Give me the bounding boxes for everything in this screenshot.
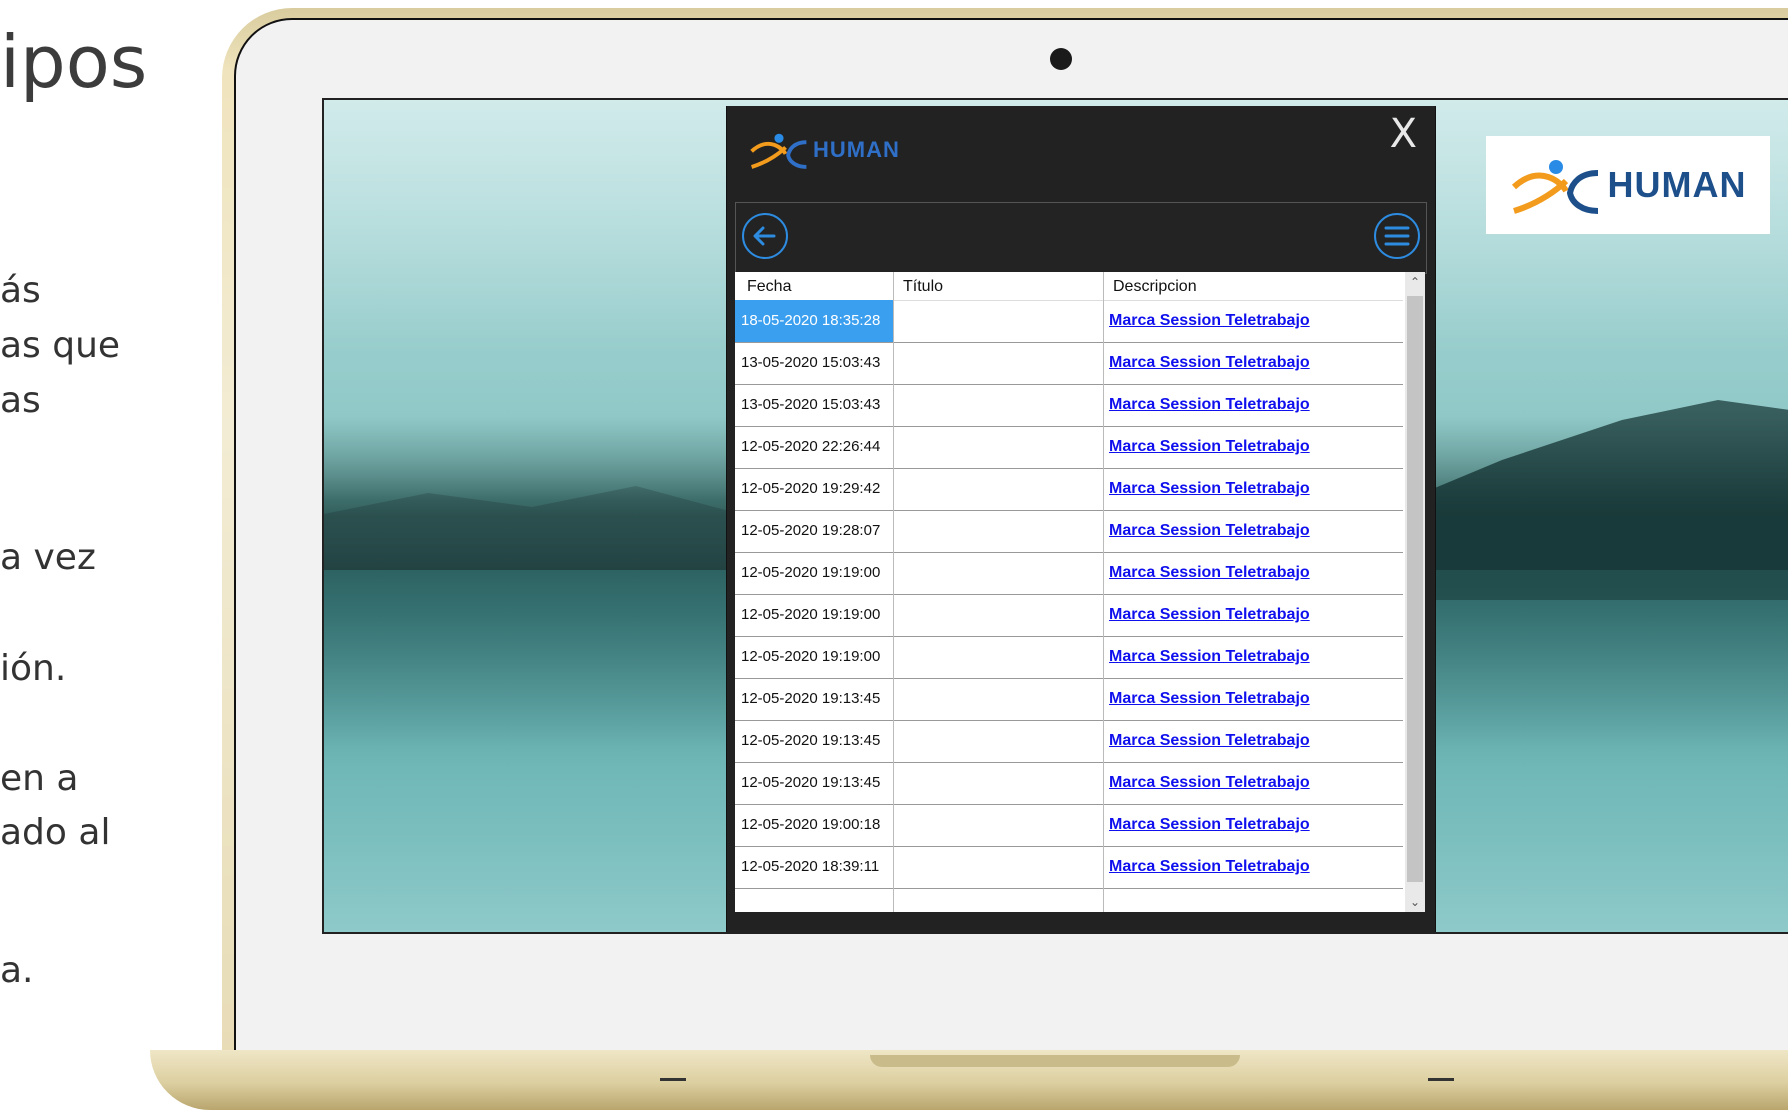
cell-descripcion-link[interactable]: Marca Session Teletrabajo <box>1109 732 1310 750</box>
app-logo: HUMAN <box>749 128 900 172</box>
header-descripcion[interactable]: Descripcion <box>1113 278 1197 296</box>
scroll-up-icon[interactable]: ⌃ <box>1405 272 1425 292</box>
cell-descripcion-link[interactable]: Marca Session Teletrabajo <box>1109 648 1310 666</box>
cell-fecha[interactable]: 12-05-2020 22:26:44 <box>741 438 880 455</box>
base-mark <box>660 1078 686 1081</box>
cell-descripcion-link[interactable]: Marca Session Teletrabajo <box>1109 312 1310 330</box>
table-row[interactable]: 12-05-2020 19:19:00 Marca Session Teletra… <box>735 594 1403 637</box>
cell-descripcion-link[interactable]: Marca Session Teletrabajo <box>1109 396 1310 414</box>
back-button[interactable] <box>742 213 788 259</box>
table-row[interactable]: 12-05-2020 19:00:18 Marca Session Teletra… <box>735 804 1403 847</box>
slide-text-fragment: ás <box>0 270 41 311</box>
cell-descripcion-link[interactable]: Marca Session Teletrabajo <box>1109 774 1310 792</box>
app-toolbar <box>735 202 1427 274</box>
cell-fecha[interactable]: 13-05-2020 15:03:43 <box>741 354 880 371</box>
cell-fecha[interactable]: 12-05-2020 19:19:00 <box>741 606 880 623</box>
cell-fecha[interactable]: 13-05-2020 15:03:43 <box>741 396 880 413</box>
hamburger-menu-icon <box>1384 226 1410 246</box>
slide-text-fragment: a vez <box>0 537 96 578</box>
cell-fecha[interactable]: 12-05-2020 19:13:45 <box>741 774 880 791</box>
slide-text-fragment: as <box>0 380 41 421</box>
cell-descripcion-link[interactable]: Marca Session Teletrabajo <box>1109 564 1310 582</box>
cell-descripcion-link[interactable]: Marca Session Teletrabajo <box>1109 354 1310 372</box>
table-row[interactable]: 13-05-2020 15:03:43 Marca Session Teletra… <box>735 384 1403 427</box>
table-row[interactable]: 18-05-2020 18:35:28 Marca Session Teletra… <box>735 300 1403 343</box>
cell-descripcion-link[interactable]: Marca Session Teletrabajo <box>1109 522 1310 540</box>
table-row[interactable]: 12-05-2020 19:13:45 Marca Session Teletra… <box>735 762 1403 805</box>
table-row[interactable]: 12-05-2020 18:39:11 Marca Session Teletra… <box>735 846 1403 889</box>
cell-fecha[interactable]: 12-05-2020 18:39:11 <box>741 858 879 875</box>
table-row[interactable]: 12-05-2020 19:29:42 Marca Session Teletra… <box>735 468 1403 511</box>
table-row[interactable]: 12-05-2020 19:13:45 Marca Session Teletra… <box>735 720 1403 763</box>
cell-descripcion-link[interactable]: Marca Session Teletrabajo <box>1109 480 1310 498</box>
table-row[interactable]: 12-05-2020 19:28:07 Marca Session Teletra… <box>735 510 1403 553</box>
human-logo-icon <box>1511 160 1598 214</box>
records-table: Fecha Título Descripcion 18-05-2020 18:3… <box>735 272 1425 912</box>
human-logo-text: HUMAN <box>1607 164 1747 205</box>
table-row[interactable]: 12-05-2020 19:13:45 Marca Session Teletra… <box>735 678 1403 721</box>
table-header: Fecha Título Descripcion <box>735 272 1403 301</box>
cell-fecha[interactable]: 12-05-2020 19:13:45 <box>741 690 880 707</box>
cell-fecha[interactable]: 12-05-2020 19:28:07 <box>741 522 880 539</box>
cell-fecha[interactable]: 12-05-2020 19:19:00 <box>741 564 880 581</box>
cell-fecha[interactable]: 18-05-2020 18:35:28 <box>741 312 880 329</box>
column-divider <box>1103 272 1104 912</box>
slide-text-fragment: ado al <box>0 812 111 853</box>
slide-text-fragment: ión. <box>0 648 67 689</box>
table-row[interactable]: 13-05-2020 15:03:43 Marca Session Teletra… <box>735 342 1403 385</box>
table-row[interactable]: 12-05-2020 19:19:00 Marca Session Teletra… <box>735 552 1403 595</box>
laptop-notch <box>870 1055 1240 1067</box>
cell-fecha[interactable]: 12-05-2020 19:19:00 <box>741 648 880 665</box>
cell-descripcion-link[interactable]: Marca Session Teletrabajo <box>1109 816 1310 834</box>
slide-text-fragment: as que <box>0 325 121 366</box>
table-row[interactable]: 12-05-2020 19:19:00 Marca Session Teletra… <box>735 636 1403 679</box>
table-row[interactable]: 12-05-2020 22:26:44 Marca Session Teletra… <box>735 426 1403 469</box>
vertical-scrollbar[interactable]: ⌃ ⌄ <box>1405 272 1425 912</box>
cell-descripcion-link[interactable]: Marca Session Teletrabajo <box>1109 438 1310 456</box>
scroll-down-icon[interactable]: ⌄ <box>1405 892 1425 912</box>
base-mark <box>1428 1078 1454 1081</box>
close-button[interactable]: X <box>1390 114 1417 154</box>
menu-button[interactable] <box>1374 213 1420 259</box>
cell-fecha[interactable]: 12-05-2020 19:13:45 <box>741 732 880 749</box>
app-window: HUMAN X Fecha Título Descripcion 18-05-2… <box>726 106 1436 932</box>
laptop-screen: HUMAN HUMAN X Fecha Título Descripcion 1… <box>322 98 1788 934</box>
slide-text-fragment: en a <box>0 758 79 799</box>
human-logo-icon <box>750 133 807 169</box>
slide-title-fragment: ipos <box>0 20 148 104</box>
camera-icon <box>1050 48 1072 70</box>
column-divider <box>893 272 894 912</box>
cell-fecha[interactable]: 12-05-2020 19:29:42 <box>741 480 880 497</box>
human-logo: HUMAN <box>1486 136 1770 234</box>
cell-descripcion-link[interactable]: Marca Session Teletrabajo <box>1109 690 1310 708</box>
app-logo-text: HUMAN <box>813 137 900 162</box>
header-titulo[interactable]: Título <box>903 278 943 296</box>
scroll-thumb[interactable] <box>1407 296 1423 882</box>
cell-descripcion-link[interactable]: Marca Session Teletrabajo <box>1109 606 1310 624</box>
app-header: HUMAN X <box>727 106 1435 202</box>
cell-fecha[interactable]: 12-05-2020 19:00:18 <box>741 816 880 833</box>
header-fecha[interactable]: Fecha <box>747 278 791 296</box>
slide-text-fragment: a. <box>0 950 34 991</box>
arrow-left-icon <box>753 226 776 246</box>
cell-descripcion-link[interactable]: Marca Session Teletrabajo <box>1109 858 1310 876</box>
